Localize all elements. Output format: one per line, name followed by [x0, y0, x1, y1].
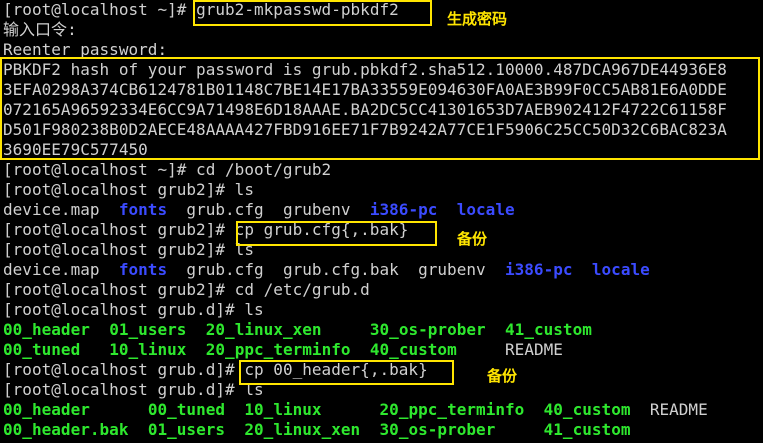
terminal-line: [root@localhost grub.d]# ls [3, 380, 264, 400]
executable-entry: 40_custom [369, 340, 457, 359]
executable-entry: 20_linux_xen [205, 320, 322, 339]
directory-entry: locale [456, 200, 515, 219]
terminal-text: grub.cfg grubenv [167, 200, 370, 219]
executable-entry: 01_users [147, 420, 226, 439]
executable-entry: 40_custom [543, 400, 631, 419]
highlight-box-password-hash [0, 57, 760, 160]
annotation-generate-password: 生成密码 [447, 10, 508, 28]
terminal-text: [root@localhost ~]# cd /boot/grub2 [3, 160, 332, 179]
directory-entry: i386-pc [504, 260, 573, 279]
terminal-text: 输入口令: [3, 20, 77, 39]
executable-entry: 00_header [3, 400, 90, 419]
annotation-backup-cfg: 备份 [457, 230, 488, 248]
terminal-line: 输入口令: [3, 20, 77, 40]
executable-entry: 00_header [3, 320, 90, 339]
executable-entry: 41_custom [505, 320, 592, 339]
terminal-line: 00_header 00_tuned 10_linux 20_ppc_termi… [3, 400, 708, 420]
executable-entry: 30_os-prober [369, 320, 486, 339]
terminal-line: 00_tuned 10_linux 20_ppc_terminfo 40_cus… [3, 340, 563, 360]
terminal-text: device.map [3, 200, 119, 219]
terminal-line: device.map fonts grub.cfg grub.cfg.bak g… [3, 260, 650, 280]
terminal-text: grub.cfg grub.cfg.bak grubenv [167, 260, 505, 279]
executable-entry: 00_header.bak [3, 420, 129, 439]
highlight-box-cp-grub-cfg [236, 221, 437, 246]
terminal-text: README [630, 400, 708, 419]
terminal-text: [root@localhost ~]# [3, 0, 197, 19]
directory-entry: locale [591, 260, 650, 279]
executable-entry: 10_linux [244, 400, 322, 419]
terminal-text: [root@localhost grub.d]# [3, 360, 245, 379]
executable-entry: 10_linux [109, 340, 187, 359]
annotation-backup-header: 备份 [487, 367, 518, 385]
terminal-line: 00_header 01_users 20_linux_xen 30_os-pr… [3, 320, 592, 340]
terminal-text: [root@localhost grub2]# ls [3, 240, 254, 259]
directory-entry: fonts [118, 200, 168, 219]
executable-entry: 00_tuned [3, 340, 81, 359]
terminal-text: [root@localhost grub2]# ls [3, 180, 254, 199]
terminal-line: [root@localhost grub.d]# ls [3, 300, 264, 320]
terminal-text: [root@localhost grub.d]# ls [3, 300, 264, 319]
executable-entry: 30_os-prober [379, 420, 496, 439]
executable-entry: 20_ppc_terminfo [379, 400, 525, 419]
terminal-text: device.map [3, 260, 119, 279]
executable-entry: 41_custom [543, 420, 631, 439]
terminal-text: [root@localhost grub.d]# ls [3, 380, 264, 399]
executable-entry: 01_users [109, 320, 187, 339]
terminal-line: [root@localhost grub2]# ls [3, 180, 254, 200]
terminal-text: [root@localhost grub2]# cd /etc/grub.d [3, 280, 370, 299]
executable-entry: 20_linux_xen [244, 420, 361, 439]
terminal-line: device.map fonts grub.cfg grubenv i386-p… [3, 200, 515, 220]
highlight-box-cp-00-header [239, 360, 454, 385]
directory-entry: i386-pc [369, 200, 438, 219]
terminal-line: [root@localhost ~]# cd /boot/grub2 [3, 160, 331, 180]
terminal-line: [root@localhost grub2]# cd /etc/grub.d [3, 280, 370, 300]
terminal-text: README [456, 340, 563, 359]
executable-entry: 00_tuned [147, 400, 226, 419]
executable-entry: 20_ppc_terminfo [205, 340, 351, 359]
directory-entry: fonts [118, 260, 168, 279]
terminal-line: 00_header.bak 01_users 20_linux_xen 30_o… [3, 420, 631, 440]
highlight-box-mkpasswd-command [193, 0, 432, 26]
terminal-line: [root@localhost grub2]# ls [3, 240, 254, 260]
terminal-text: [root@localhost grub2]# [3, 220, 235, 239]
